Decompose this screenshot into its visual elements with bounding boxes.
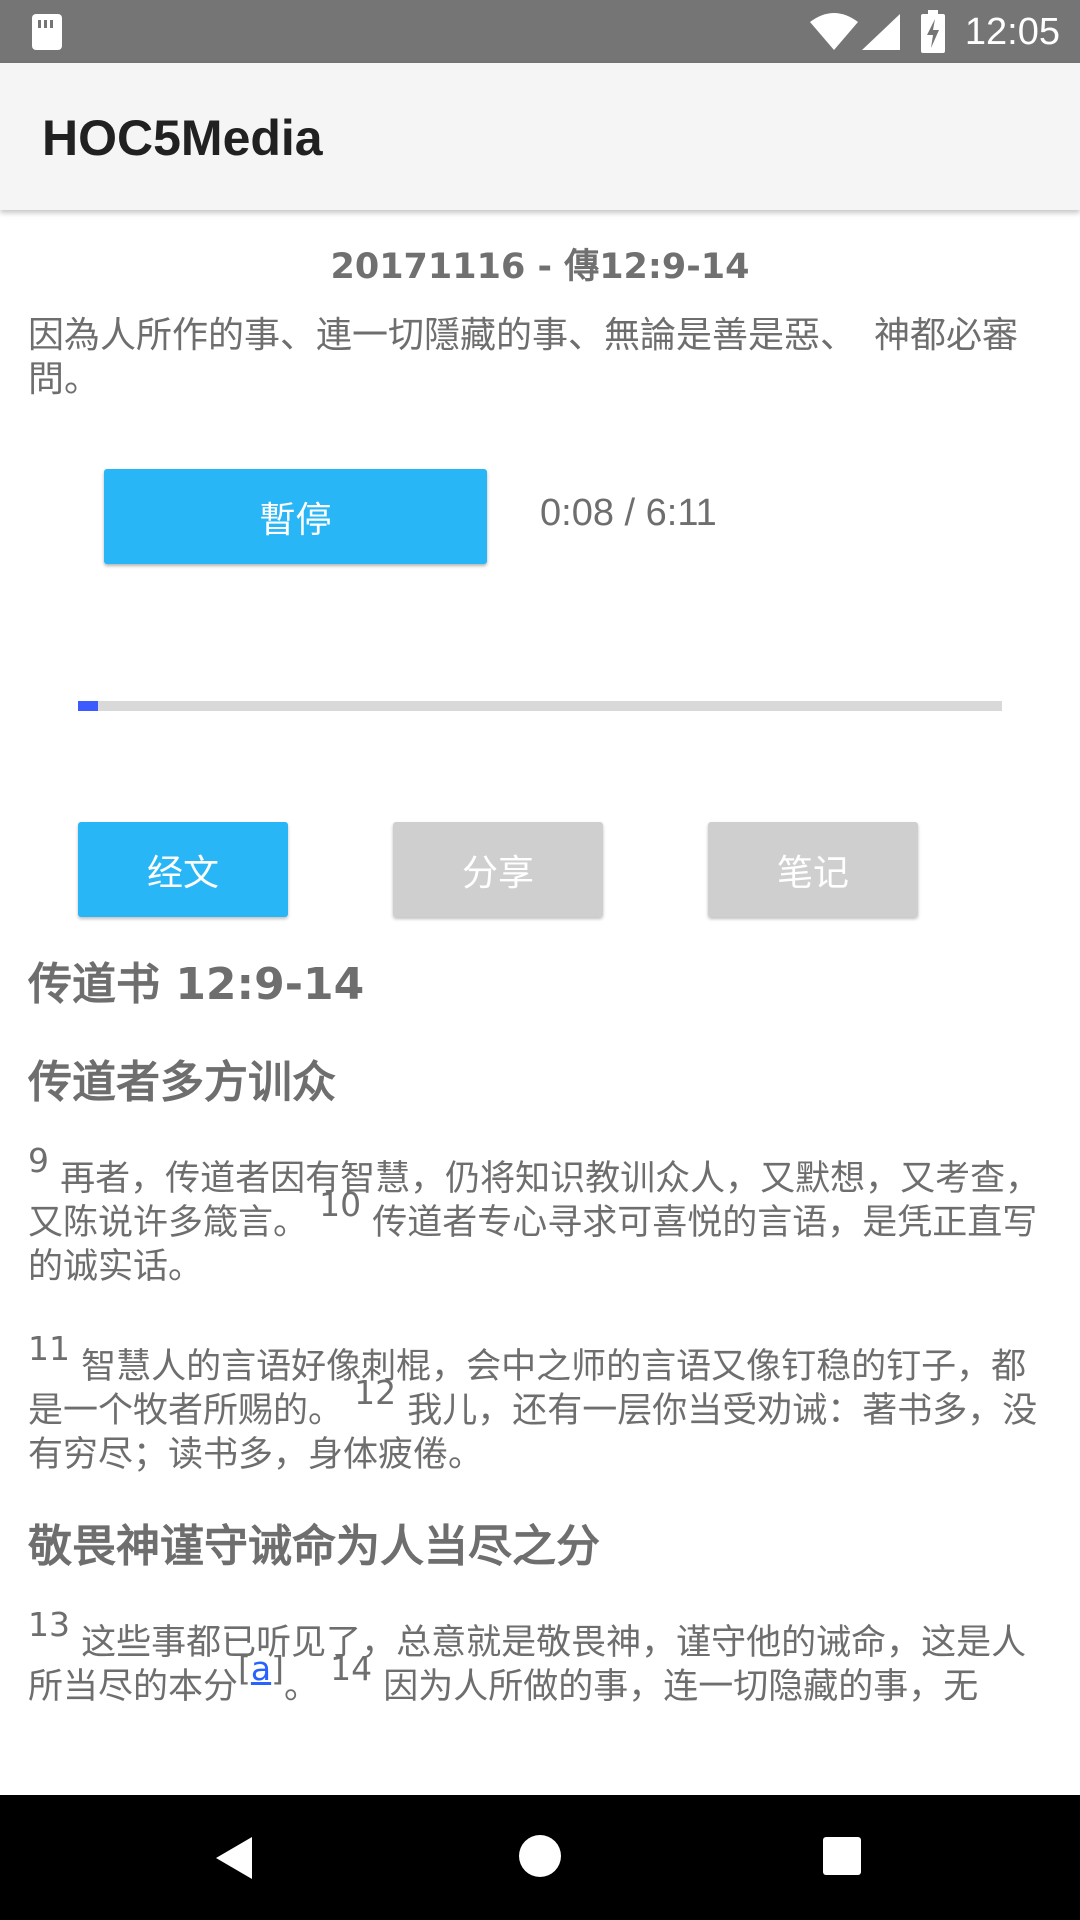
status-bar: 12:05 [0, 0, 1080, 63]
app-bar: HOC5Media [0, 63, 1080, 210]
verse-paragraph: 13 这些事都已听见了，总意就是敬畏神，谨守他的诫命，这是人所当尽的本分[a]。… [28, 1605, 1027, 1707]
verse-summary: 因為人所作的事、連一切隱藏的事、無論是善是惡、 神都必審問。 [28, 315, 1019, 400]
scripture-text: 传道书 12:9-14 传道者多方训众 9 再者，传道者因有智慧，仍将知识教训众… [28, 955, 1052, 1709]
status-clock: 12:05 [964, 11, 1060, 53]
app-title: HOC5Media [42, 110, 323, 166]
scripture-reference: 传道书 12:9-14 [28, 959, 365, 1010]
recents-icon[interactable] [823, 1837, 861, 1875]
section-heading: 敬畏神谨守诫命为人当尽之分 [28, 1521, 600, 1572]
playback-progress-bar[interactable] [78, 701, 1002, 711]
home-icon[interactable] [519, 1835, 561, 1877]
pause-button[interactable]: 暫停 [104, 469, 487, 564]
main-content[interactable]: 20171116 - 傳12:9-14 因為人所作的事、連一切隱藏的事、無論是善… [0, 210, 1080, 1795]
verse-number: 11 [28, 1329, 70, 1368]
verse-text: 。 [284, 1667, 320, 1707]
episode-title: 20171116 - 傳12:9-14 [330, 247, 750, 287]
verse-paragraph: 11 智慧人的言语好像刺棍，会中之师的言语又像钉稳的钉子，都是一个牧者所赐的。 … [28, 1332, 1052, 1477]
back-icon[interactable] [214, 1835, 254, 1881]
playback-progress-fill [78, 701, 99, 711]
tab-notes[interactable]: 笔记 [708, 822, 918, 917]
verse-text: 因为人所做的事，连一切隐藏的事，无 [383, 1667, 979, 1707]
navigation-bar [0, 1795, 1080, 1920]
verse-number: 9 [28, 1141, 49, 1180]
signal-icon [862, 14, 900, 50]
sd-card-icon [32, 14, 62, 50]
verse-number: 12 [354, 1373, 397, 1412]
verse-number: 14 [330, 1649, 373, 1688]
tab-share[interactable]: 分享 [393, 822, 603, 917]
tab-scripture[interactable]: 经文 [78, 822, 288, 917]
verse-number: 13 [28, 1605, 70, 1644]
battery-charging-icon [921, 10, 945, 53]
section-heading: 传道者多方训众 [28, 1057, 336, 1108]
verse-number: 10 [319, 1185, 362, 1224]
wifi-icon [810, 13, 858, 50]
footnote-link[interactable]: a [251, 1649, 271, 1688]
playback-time: 0:08 / 6:11 [540, 492, 717, 534]
verse-paragraph: 9 再者，传道者因有智慧，仍将知识教训众人，又默想，又考查，又陈说许多箴言。 1… [28, 1144, 1052, 1289]
